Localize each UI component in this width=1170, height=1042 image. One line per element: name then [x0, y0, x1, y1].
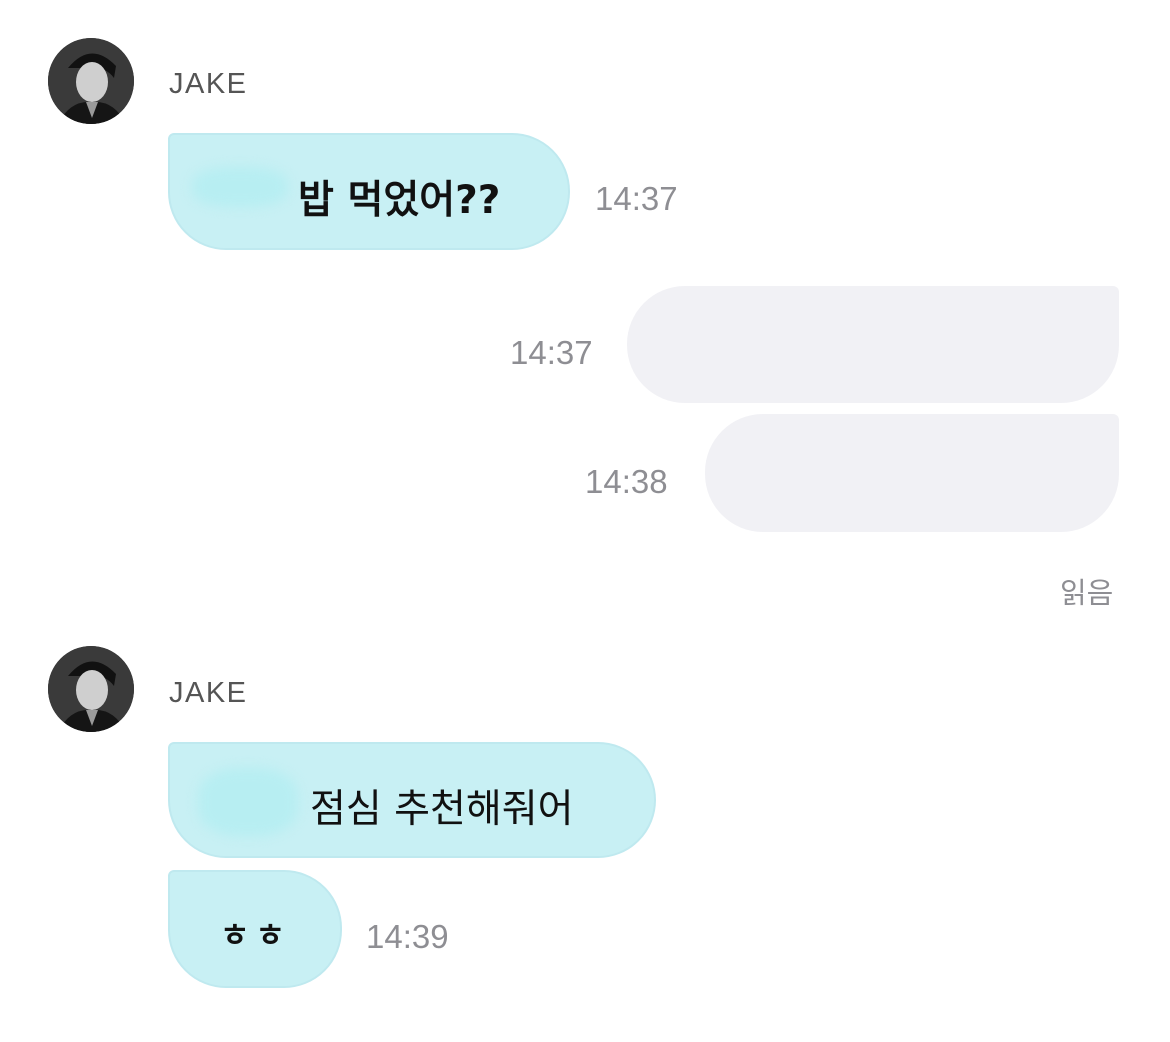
redacted-blur — [198, 768, 298, 836]
message-text: ㅎㅎ — [220, 916, 291, 954]
message-bubble[interactable]: 점심 추천해줘어 — [168, 742, 656, 858]
message-text: 점심 추천해줘어 — [310, 787, 574, 832]
redacted-blur — [192, 167, 288, 207]
sender-name: JAKE — [169, 677, 248, 709]
sender-avatar[interactable] — [48, 646, 134, 732]
message-timestamp: 14:39 — [366, 918, 449, 955]
sender-name: JAKE — [169, 68, 248, 100]
message-bubble[interactable]: 밥 먹었어?? — [168, 133, 570, 250]
message-bubble[interactable]: ㅎㅎ — [168, 870, 342, 988]
read-status: 읽음 — [1060, 576, 1114, 610]
message-bubble[interactable] — [627, 286, 1119, 403]
avatar-portrait-icon — [48, 38, 134, 124]
message-bubble[interactable] — [705, 414, 1119, 532]
message-timestamp: 14:37 — [510, 334, 593, 371]
avatar-portrait-icon — [48, 646, 134, 732]
message-text: 밥 먹었어?? — [298, 178, 501, 223]
sender-avatar[interactable] — [48, 38, 134, 124]
message-timestamp: 14:38 — [585, 463, 668, 500]
message-timestamp: 14:37 — [595, 180, 678, 217]
